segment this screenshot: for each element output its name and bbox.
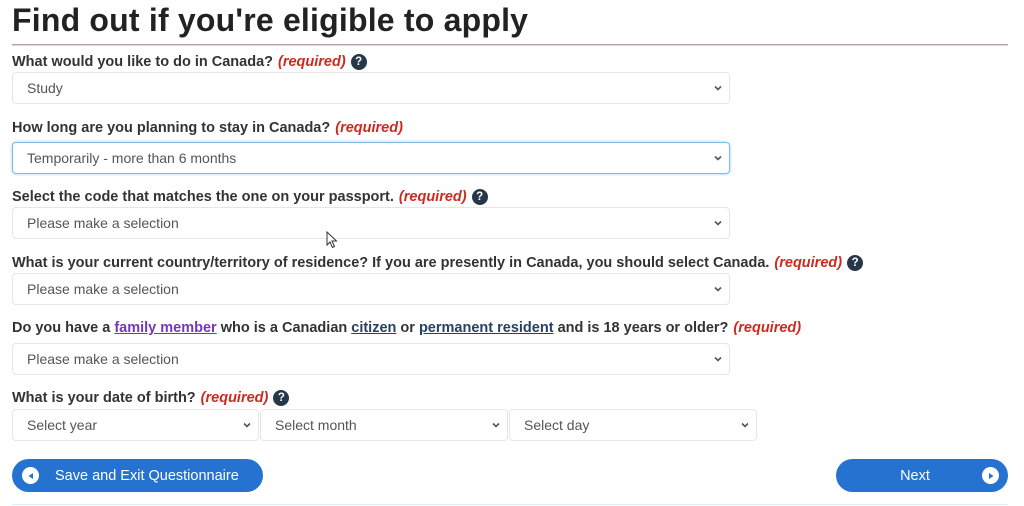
- required-marker: (required): [278, 54, 346, 70]
- selected-value: Temporarily - more than 6 months: [27, 150, 237, 166]
- question-label-family-member: Do you have a family member who is a Can…: [12, 320, 801, 336]
- title-divider: [12, 44, 1008, 46]
- selected-value: Please make a selection: [27, 215, 179, 231]
- chevron-down-icon: [492, 422, 500, 428]
- chevron-down-icon: [714, 286, 722, 292]
- required-marker: (required): [335, 120, 403, 136]
- chevron-down-icon: [714, 85, 722, 91]
- question-text: What would you like to do in Canada?: [12, 54, 273, 70]
- question-circle-icon[interactable]: ?: [471, 189, 488, 205]
- family-member-select[interactable]: Please make a selection: [12, 343, 730, 375]
- selected-value: Select month: [275, 417, 357, 433]
- question-text: Select the code that matches the one on …: [12, 189, 394, 205]
- selected-value: Select day: [524, 417, 590, 433]
- question-label-activity: What would you like to do in Canada? (re…: [12, 54, 367, 70]
- duration-select[interactable]: Temporarily - more than 6 months: [12, 142, 730, 174]
- question-text-part: and is 18 years or older?: [557, 320, 729, 336]
- question-text: What is your current country/territory o…: [12, 255, 770, 271]
- family-member-link[interactable]: family member: [114, 320, 216, 336]
- question-label-residence: What is your current country/territory o…: [12, 255, 864, 271]
- required-marker: (required): [774, 255, 843, 271]
- save-and-exit-button[interactable]: Save and Exit Questionnaire: [12, 459, 263, 492]
- permanent-resident-link[interactable]: permanent resident: [419, 320, 554, 336]
- selected-value: Select year: [27, 417, 98, 433]
- chevron-down-icon: [714, 356, 722, 362]
- selected-value: Please make a selection: [27, 351, 179, 367]
- birth-month-select[interactable]: Select month: [260, 409, 508, 441]
- next-button[interactable]: Next: [836, 459, 1008, 492]
- save-and-exit-label: Save and Exit Questionnaire: [55, 467, 239, 484]
- residence-select[interactable]: Please make a selection: [12, 273, 730, 305]
- birth-day-select[interactable]: Select day: [509, 409, 757, 441]
- question-circle-icon[interactable]: ?: [350, 54, 367, 70]
- question-label-date-of-birth: What is your date of birth? (required) ?: [12, 390, 290, 406]
- birth-year-select[interactable]: Select year: [12, 409, 259, 441]
- footer-divider: [12, 504, 1008, 505]
- question-circle-icon[interactable]: ?: [847, 255, 864, 271]
- question-label-duration: How long are you planning to stay in Can…: [12, 120, 403, 136]
- page-title: Find out if you're eligible to apply: [12, 2, 529, 38]
- selected-value: Please make a selection: [27, 281, 179, 297]
- question-text: How long are you planning to stay in Can…: [12, 120, 331, 136]
- question-text: What is your date of birth?: [12, 390, 196, 406]
- citizen-link[interactable]: citizen: [351, 320, 396, 336]
- selected-value: Study: [27, 80, 63, 96]
- required-marker: (required): [398, 189, 467, 205]
- question-text-part: who is a Canadian: [220, 320, 348, 336]
- passport-code-select[interactable]: Please make a selection: [12, 207, 730, 239]
- chevron-down-icon: [741, 422, 749, 428]
- play-left-circle-icon: [22, 467, 39, 484]
- question-label-passport-code: Select the code that matches the one on …: [12, 189, 488, 205]
- required-marker: (required): [200, 390, 269, 406]
- question-text-part: or: [400, 320, 415, 336]
- mouse-pointer-icon: [326, 231, 338, 249]
- play-right-circle-icon: [982, 467, 999, 484]
- required-marker: (required): [733, 320, 802, 336]
- chevron-down-icon: [714, 155, 722, 161]
- question-text-part: Do you have a: [12, 320, 111, 336]
- chevron-down-icon: [243, 422, 251, 428]
- chevron-down-icon: [714, 220, 722, 226]
- next-label: Next: [900, 467, 930, 484]
- activity-select[interactable]: Study: [12, 72, 730, 104]
- question-circle-icon[interactable]: ?: [273, 390, 290, 406]
